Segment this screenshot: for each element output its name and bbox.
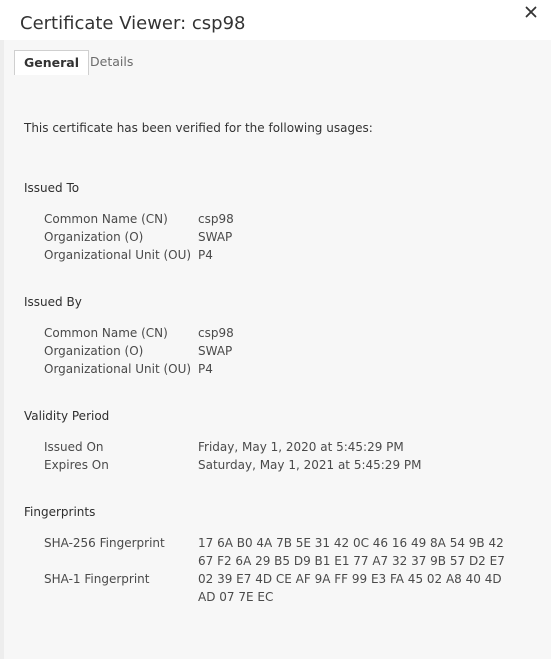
issued-by-cn-label: Common Name (CN) — [44, 326, 168, 340]
dialog-content: General Details This certificate has bee… — [4, 40, 551, 659]
general-panel: This certificate has been verified for t… — [4, 75, 551, 659]
expires-on-label: Expires On — [44, 458, 109, 472]
window-title: Certificate Viewer: csp98 — [20, 13, 246, 34]
issued-by-ou-value: P4 — [198, 362, 213, 376]
issued-by-o-label: Organization (O) — [44, 344, 144, 358]
issued-by-cn-value: csp98 — [198, 326, 234, 340]
issued-on-value: Friday, May 1, 2020 at 5:45:29 PM — [198, 440, 404, 454]
sha1-value-line2: AD 07 7E EC — [198, 590, 274, 604]
issued-to-ou-label: Organizational Unit (OU) — [44, 248, 192, 262]
sha1-value-line1: 02 39 E7 4D CE AF 9A FF 99 E3 FA 45 02 A… — [198, 572, 502, 586]
issued-to-o-value: SWAP — [198, 230, 233, 244]
issued-by-ou-label: Organizational Unit (OU) — [44, 362, 192, 376]
issued-to-ou-value: P4 — [198, 248, 213, 262]
sha256-value-line1: 17 6A B0 4A 7B 5E 31 42 0C 46 16 49 8A 5… — [198, 536, 504, 550]
tab-details[interactable]: Details — [81, 50, 142, 74]
certificate-viewer-window: Certificate Viewer: csp98 General Detail… — [0, 0, 551, 659]
tab-bar: General Details — [4, 50, 551, 85]
issued-on-label: Issued On — [44, 440, 104, 454]
sha256-label: SHA-256 Fingerprint — [44, 536, 165, 550]
issued-to-cn-value: csp98 — [198, 212, 234, 226]
issued-to-cn-label: Common Name (CN) — [44, 212, 168, 226]
sha1-label: SHA-1 Fingerprint — [44, 572, 150, 586]
expires-on-value: Saturday, May 1, 2021 at 5:45:29 PM — [198, 458, 422, 472]
sha256-value-line2: 67 F2 6A 29 B5 D9 B1 E1 77 A7 32 37 9B 5… — [198, 554, 505, 568]
issued-to-heading: Issued To — [24, 181, 80, 195]
title-bar: Certificate Viewer: csp98 — [0, 0, 551, 40]
issued-by-o-value: SWAP — [198, 344, 233, 358]
close-icon — [525, 6, 537, 18]
issued-by-heading: Issued By — [24, 295, 82, 309]
usage-text: This certificate has been verified for t… — [24, 121, 373, 135]
tab-general[interactable]: General — [14, 50, 89, 75]
fingerprints-heading: Fingerprints — [24, 505, 96, 519]
issued-to-o-label: Organization (O) — [44, 230, 144, 244]
close-button[interactable] — [522, 3, 540, 21]
validity-heading: Validity Period — [24, 409, 110, 423]
